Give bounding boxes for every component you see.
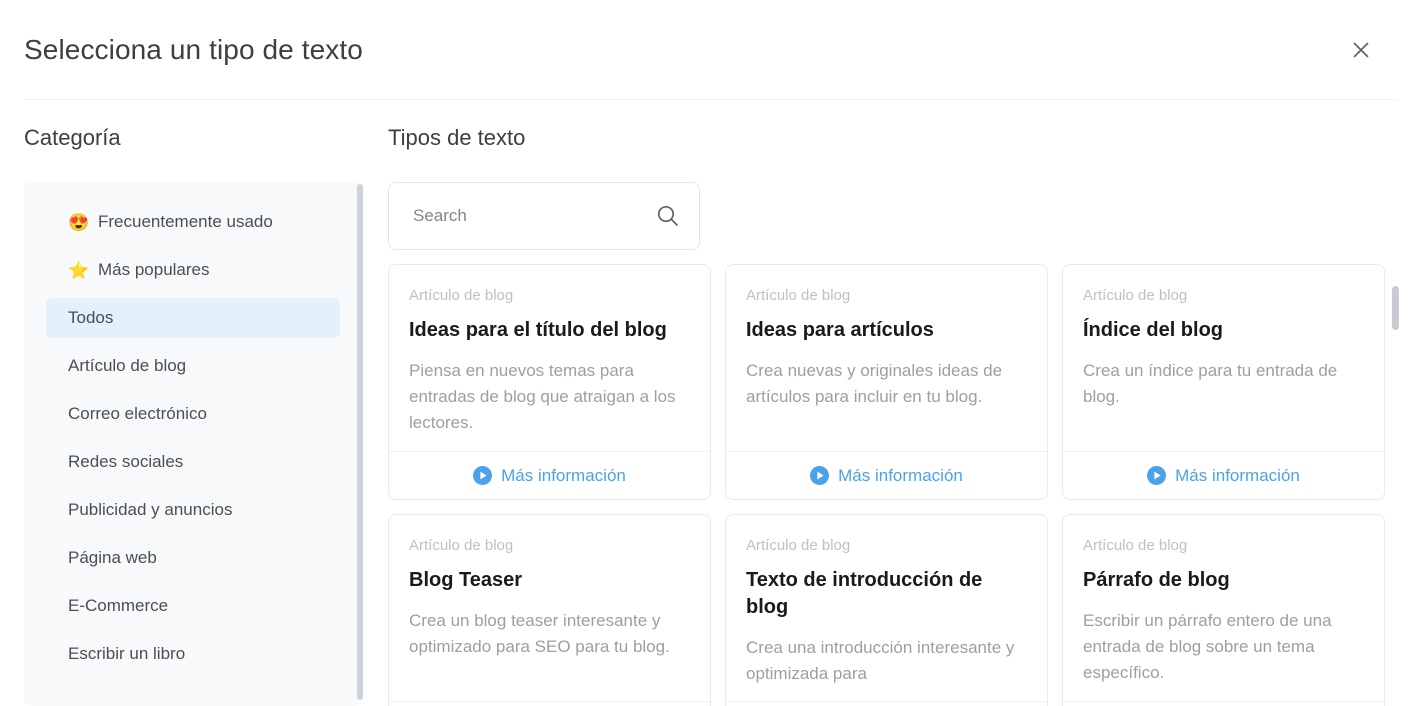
main-heading-row: Tipos de texto — [388, 125, 1397, 182]
card-description: Piensa en nuevos temas para entradas de … — [409, 360, 676, 433]
sidebar-item-6[interactable]: Publicidad y anuncios — [46, 490, 340, 530]
dialog-header: Selecciona un tipo de texto — [0, 0, 1421, 100]
sidebar-item-0[interactable]: 😍 Frecuentemente usado — [46, 202, 340, 242]
cards-scrollbar[interactable] — [1392, 264, 1399, 706]
play-circle-icon — [473, 465, 493, 485]
play-circle-icon — [810, 465, 830, 485]
card-body: Artículo de blog Blog Teaser Crea un blog … — [389, 515, 710, 702]
sidebar-item-4[interactable]: Correo electrónico — [46, 394, 340, 434]
category-panel: 😍 Frecuentemente usado ⭐ Más populares Todos… — [24, 182, 362, 706]
sidebar-scrollbar[interactable] — [357, 182, 363, 706]
card-more-info-button[interactable]: Más información — [1063, 450, 1384, 499]
more-info-label: Más información — [501, 465, 626, 485]
search-icon[interactable] — [655, 203, 681, 229]
card-body: Artículo de blog Índice del blog Crea un í… — [1063, 265, 1384, 451]
card-more-info-button[interactable]: Más información — [389, 701, 710, 706]
text-type-card[interactable]: Artículo de blog Blog Teaser Crea un blog … — [388, 513, 711, 706]
sidebar-item-8[interactable]: E-Commerce — [46, 586, 340, 626]
sidebar-item-label: Escribir un libro — [68, 644, 186, 664]
card-category-label: Artículo de blog — [746, 536, 851, 554]
text-types-heading: Tipos de texto — [388, 125, 526, 150]
card-title: Ideas para el título del blog — [409, 318, 667, 341]
category-list: 😍 Frecuentemente usado ⭐ Más populares Todos… — [24, 202, 362, 674]
sidebar-item-3[interactable]: Artículo de blog — [46, 346, 340, 386]
sidebar-item-label: E-Commerce — [68, 596, 169, 616]
sidebar-item-label: Correo electrónico — [68, 404, 207, 424]
sidebar-item-2[interactable]: Todos — [46, 298, 340, 339]
search-box[interactable] — [388, 182, 700, 250]
sidebar-item-label: Frecuentemente usado — [98, 212, 273, 232]
more-info-label: Más información — [838, 465, 963, 485]
sidebar-item-label: Todos — [68, 308, 114, 328]
cards-region: Artículo de blog Ideas para el título del… — [388, 263, 1399, 706]
card-category-label: Artículo de blog — [746, 286, 851, 304]
text-type-card[interactable]: Artículo de blog Párrafo de blog Escribir … — [1062, 513, 1385, 706]
text-type-card[interactable]: Artículo de blog Ideas para el título del… — [388, 263, 711, 500]
card-title: Párrafo de blog — [1083, 568, 1230, 591]
card-description: Crea un blog teaser interesante y optimi… — [409, 610, 670, 656]
sidebar-item-5[interactable]: Redes sociales — [46, 442, 340, 482]
card-title: Ideas para artículos — [746, 318, 934, 341]
card-title: Texto de introducción de blog — [746, 568, 983, 618]
card-body: Artículo de blog Ideas para artículos Crea… — [726, 265, 1047, 451]
sidebar-item-label: Publicidad y anuncios — [68, 500, 233, 520]
category-sidebar: Categoría 😍 Frecuentemente usado ⭐ Más popu… — [0, 125, 388, 706]
text-type-picker-dialog: Selecciona un tipo de texto Categoría 😍 F… — [0, 0, 1421, 706]
card-description: Escribir un párrafo entero de una entrad… — [1083, 610, 1332, 683]
dialog-body: Categoría 😍 Frecuentemente usado ⭐ Más popu… — [0, 100, 1421, 706]
card-body: Artículo de blog Texto de introducción de… — [726, 515, 1047, 702]
cards-scrollbar-thumb[interactable] — [1392, 285, 1399, 330]
sidebar-item-9[interactable]: Escribir un libro — [46, 634, 340, 674]
sidebar-item-1[interactable]: ⭐ Más populares — [46, 250, 340, 290]
category-heading: Categoría — [24, 125, 121, 150]
card-body: Artículo de blog Párrafo de blog Escribir … — [1063, 515, 1384, 702]
card-more-info-button[interactable]: Más información — [1063, 701, 1384, 706]
text-types-main: Tipos de texto Artículo de blog Ideas par… — [388, 125, 1421, 706]
sidebar-scroll-wrap: 😍 Frecuentemente usado ⭐ Más populares Todos… — [24, 182, 388, 706]
text-type-card[interactable]: Artículo de blog Texto de introducción de… — [725, 513, 1048, 706]
sidebar-item-label: Redes sociales — [68, 452, 184, 472]
sidebar-item-label: Más populares — [98, 260, 210, 280]
text-type-card-grid: Artículo de blog Ideas para el título del… — [388, 263, 1385, 706]
card-description: Crea una introducción interesante y opti… — [746, 637, 1015, 683]
heart-eyes-icon: 😍 — [68, 212, 90, 232]
card-body: Artículo de blog Ideas para el título del… — [389, 265, 710, 451]
close-icon — [1350, 39, 1372, 61]
card-more-info-button[interactable]: Más información — [389, 450, 710, 499]
sidebar-item-7[interactable]: Página web — [46, 538, 340, 578]
card-more-info-button[interactable]: Más información — [726, 701, 1047, 706]
sidebar-scrollbar-thumb[interactable] — [357, 184, 363, 700]
close-button[interactable] — [1347, 36, 1375, 64]
cards-scroll-area: Artículo de blog Ideas para el título del… — [388, 263, 1397, 706]
card-category-label: Artículo de blog — [409, 286, 514, 304]
star-icon: ⭐ — [68, 260, 90, 280]
header-divider — [24, 99, 1397, 100]
sidebar-item-label: Artículo de blog — [68, 356, 187, 376]
card-description: Crea nuevas y originales ideas de artícu… — [746, 360, 1003, 406]
sidebar-item-label: Página web — [68, 548, 157, 568]
card-title: Índice del blog — [1083, 318, 1224, 341]
more-info-label: Más información — [1175, 465, 1300, 485]
page-title: Selecciona un tipo de texto — [24, 34, 363, 66]
card-title: Blog Teaser — [409, 568, 522, 591]
card-category-label: Artículo de blog — [1083, 536, 1188, 554]
card-description: Crea un índice para tu entrada de blog. — [1083, 360, 1338, 406]
text-type-card[interactable]: Artículo de blog Índice del blog Crea un í… — [1062, 263, 1385, 500]
card-category-label: Artículo de blog — [409, 536, 514, 554]
text-type-card[interactable]: Artículo de blog Ideas para artículos Crea… — [725, 263, 1048, 500]
search-input[interactable] — [411, 204, 655, 227]
card-more-info-button[interactable]: Más información — [726, 450, 1047, 499]
play-circle-icon — [1147, 465, 1167, 485]
card-category-label: Artículo de blog — [1083, 286, 1188, 304]
